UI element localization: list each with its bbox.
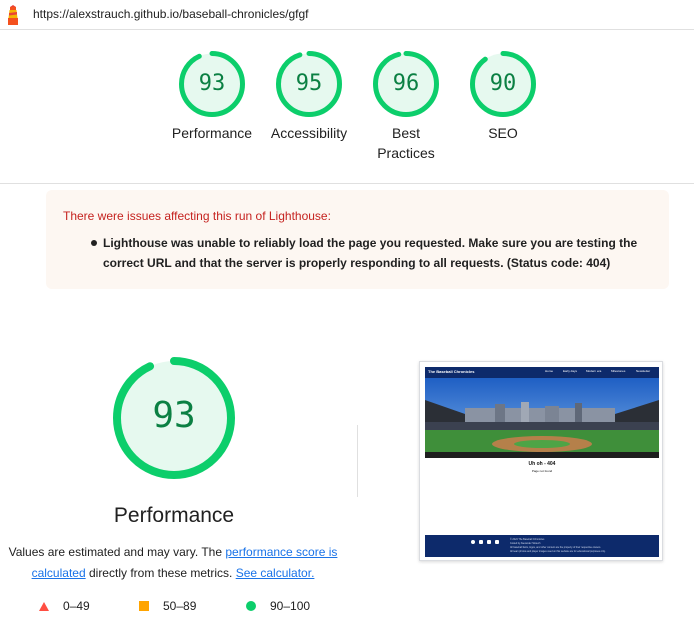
desc-prefix: Values are estimated and may vary. The xyxy=(8,545,226,559)
facebook-icon xyxy=(471,540,475,544)
score-value: 96 xyxy=(392,71,420,96)
thumb-nav-link: Modern era xyxy=(586,369,602,373)
youtube-icon xyxy=(495,540,499,544)
score-ring: 90 xyxy=(470,51,536,117)
thumb-nav-link: Milestones xyxy=(611,369,626,373)
lighthouse-icon xyxy=(6,5,20,25)
thumb-brand: The Baseball Chronicles xyxy=(428,369,475,374)
performance-description: Values are estimated and may vary. The p… xyxy=(8,542,338,584)
legend-range: 0–49 xyxy=(63,599,90,613)
desc-middle: directly from these metrics. xyxy=(85,566,236,580)
legend-range: 50–89 xyxy=(163,599,197,613)
legend-range: 90–100 xyxy=(270,599,311,613)
score-value: 90 xyxy=(489,71,517,96)
circle-icon xyxy=(246,601,256,611)
gauge-label: Performance xyxy=(171,125,253,141)
score-ring: 95 xyxy=(276,51,342,117)
final-screenshot[interactable]: The Baseball Chronicles Home Early days … xyxy=(419,361,663,561)
see-calculator-link[interactable]: See calculator. xyxy=(236,566,315,580)
thumb-footer: © 2024 The Baseball Chronicles Coded by … xyxy=(425,535,659,557)
stadium-photo xyxy=(425,378,659,458)
warning-message: Lighthouse was unable to reliably load t… xyxy=(103,236,638,270)
gauge-best-practices[interactable]: 96 Best Practices xyxy=(361,51,451,163)
page-url[interactable]: https://alexstrauch.github.io/baseball-c… xyxy=(33,7,309,21)
legend-average: 50–89 xyxy=(139,599,196,613)
section-divider xyxy=(0,183,694,184)
twitter-icon xyxy=(479,540,483,544)
square-icon xyxy=(139,601,149,611)
performance-score: 93 xyxy=(152,395,196,436)
gauge-seo[interactable]: 90 SEO xyxy=(458,51,548,143)
screenshot-content: The Baseball Chronicles Home Early days … xyxy=(425,367,659,557)
triangle-icon xyxy=(39,601,49,611)
warning-title: There were issues affecting this run of … xyxy=(63,209,331,223)
run-warning-box: There were issues affecting this run of … xyxy=(46,190,669,289)
thumb-footer-text: © 2024 The Baseball Chronicles xyxy=(510,538,545,541)
thumb-nav-link: Newsletter xyxy=(636,369,651,373)
score-ring: 96 xyxy=(373,51,439,117)
gauge-performance[interactable]: 93 Performance xyxy=(167,51,257,143)
thumb-heading: Uh oh - 404 xyxy=(528,461,556,467)
thumb-nav-link: Early days xyxy=(563,369,578,373)
performance-gauge-large: 93 xyxy=(113,357,235,479)
thumb-footer-text: All team photos and player images used o… xyxy=(510,550,606,553)
thumb-subheading: Page not found xyxy=(531,469,553,473)
url-bar: https://alexstrauch.github.io/baseball-c… xyxy=(0,0,694,30)
instagram-icon xyxy=(487,540,491,544)
vertical-divider xyxy=(357,425,358,497)
legend-fail: 0–49 xyxy=(39,599,90,613)
gauge-label: Best Practices xyxy=(377,125,435,161)
score-value: 93 xyxy=(198,71,226,96)
legend-pass: 90–100 xyxy=(246,599,310,613)
performance-title: Performance xyxy=(113,504,235,527)
gauge-label: Accessibility xyxy=(270,125,348,141)
gauge-label: SEO xyxy=(488,125,518,141)
thumb-navbar: The Baseball Chronicles Home Early days … xyxy=(425,367,659,378)
score-ring: 93 xyxy=(179,51,245,117)
score-value: 95 xyxy=(295,71,323,96)
thumb-footer-text: Coded by Alexander Strauch xyxy=(510,542,541,545)
bullet-icon xyxy=(91,240,97,246)
thumb-nav-link: Home xyxy=(545,369,554,373)
thumb-footer-text: All baseball facts, logos, and other con… xyxy=(510,546,602,549)
gauge-accessibility[interactable]: 95 Accessibility xyxy=(264,51,354,143)
